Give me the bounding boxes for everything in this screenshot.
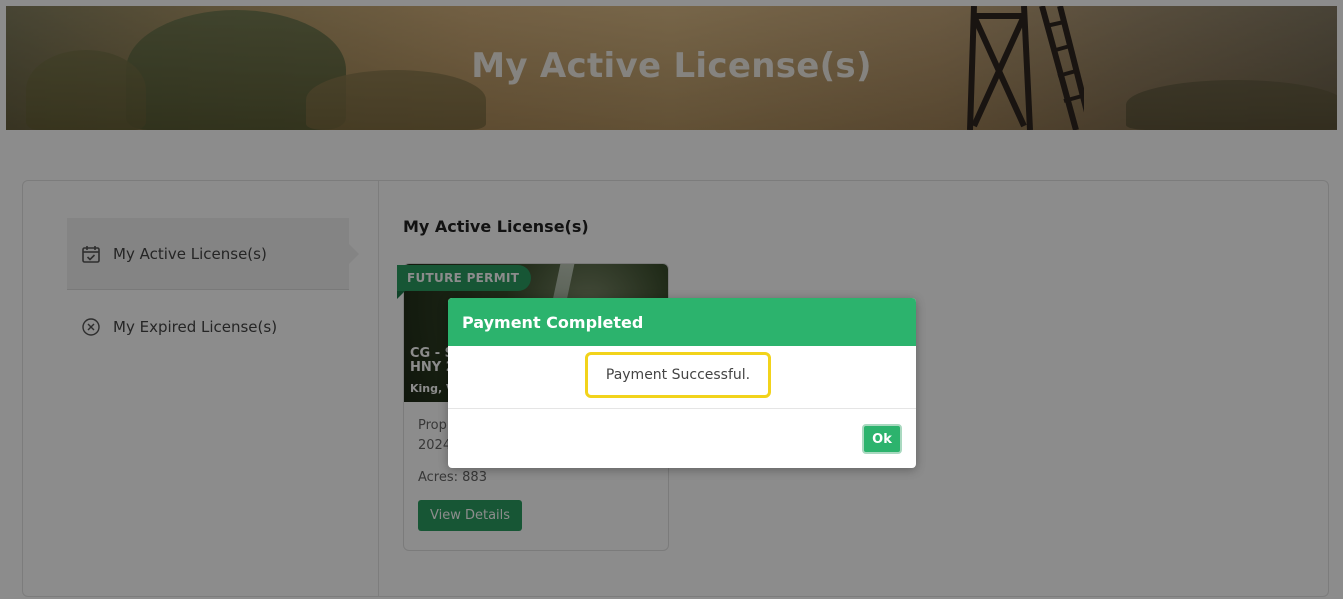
payment-success-message: Payment Successful. <box>585 352 771 398</box>
modal-header: Payment Completed <box>448 298 916 346</box>
modal-body: Payment Successful. <box>448 346 916 409</box>
payment-modal: Payment Completed Payment Successful. Ok <box>448 298 916 468</box>
ok-button[interactable]: Ok <box>862 424 902 454</box>
